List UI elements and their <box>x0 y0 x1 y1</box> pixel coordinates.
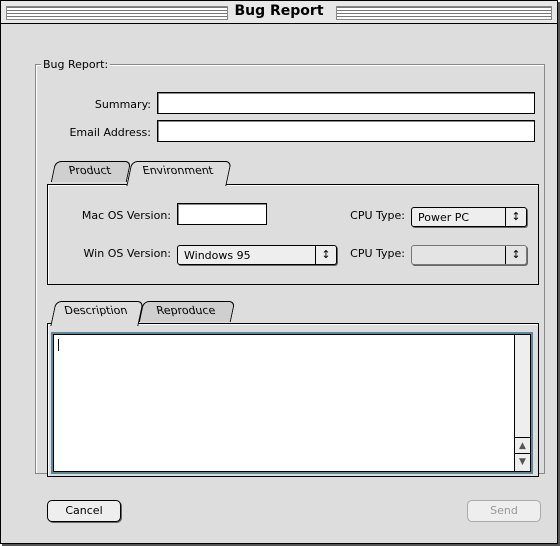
email-input[interactable] <box>157 120 535 142</box>
cpu-type-value-1: Power PC <box>418 211 470 224</box>
mac-os-version-label: Mac OS Version: <box>81 209 171 222</box>
scroll-up-arrow-icon[interactable]: ▲ <box>515 437 530 454</box>
environment-panel <box>47 184 539 285</box>
cpu-type-popup-2[interactable]: ↕ <box>411 245 527 265</box>
window-title: Bug Report <box>228 3 330 19</box>
win-os-version-label: Win OS Version: <box>83 247 171 260</box>
summary-input[interactable] <box>157 92 535 114</box>
tab-product[interactable]: Product <box>50 161 132 182</box>
bug-report-window: Bug Report Bug Report: Summary: Email Ad… <box>0 0 558 544</box>
updown-arrows-icon: ↕ <box>505 246 526 264</box>
summary-label: Summary: <box>94 98 151 111</box>
vertical-scrollbar[interactable]: ▲ ▼ <box>514 335 530 471</box>
title-bar[interactable]: Bug Report <box>1 1 557 24</box>
scroll-down-arrow-icon[interactable]: ▼ <box>515 453 530 470</box>
send-button[interactable]: Send <box>467 500 541 522</box>
group-label: Bug Report: <box>41 58 111 71</box>
updown-arrows-icon: ↕ <box>315 246 336 264</box>
tab-reproduce[interactable]: Reproduce <box>138 301 236 322</box>
win-os-version-popup[interactable]: Windows 95 ↕ <box>177 245 337 265</box>
email-label: Email Address: <box>69 126 151 139</box>
tab-description[interactable]: Description <box>50 301 144 326</box>
win-os-version-value: Windows 95 <box>184 249 251 262</box>
cancel-button[interactable]: Cancel <box>47 500 121 522</box>
description-textarea[interactable]: ▲ ▼ <box>53 334 531 472</box>
updown-arrows-icon: ↕ <box>505 208 526 226</box>
cpu-type-label-2: CPU Type: <box>350 247 405 260</box>
mac-os-version-input[interactable] <box>177 203 267 225</box>
cpu-type-popup-1[interactable]: Power PC ↕ <box>411 207 527 227</box>
cpu-type-label-1: CPU Type: <box>350 209 405 222</box>
tab-environment[interactable]: Environment <box>126 161 232 186</box>
text-caret <box>58 339 59 351</box>
